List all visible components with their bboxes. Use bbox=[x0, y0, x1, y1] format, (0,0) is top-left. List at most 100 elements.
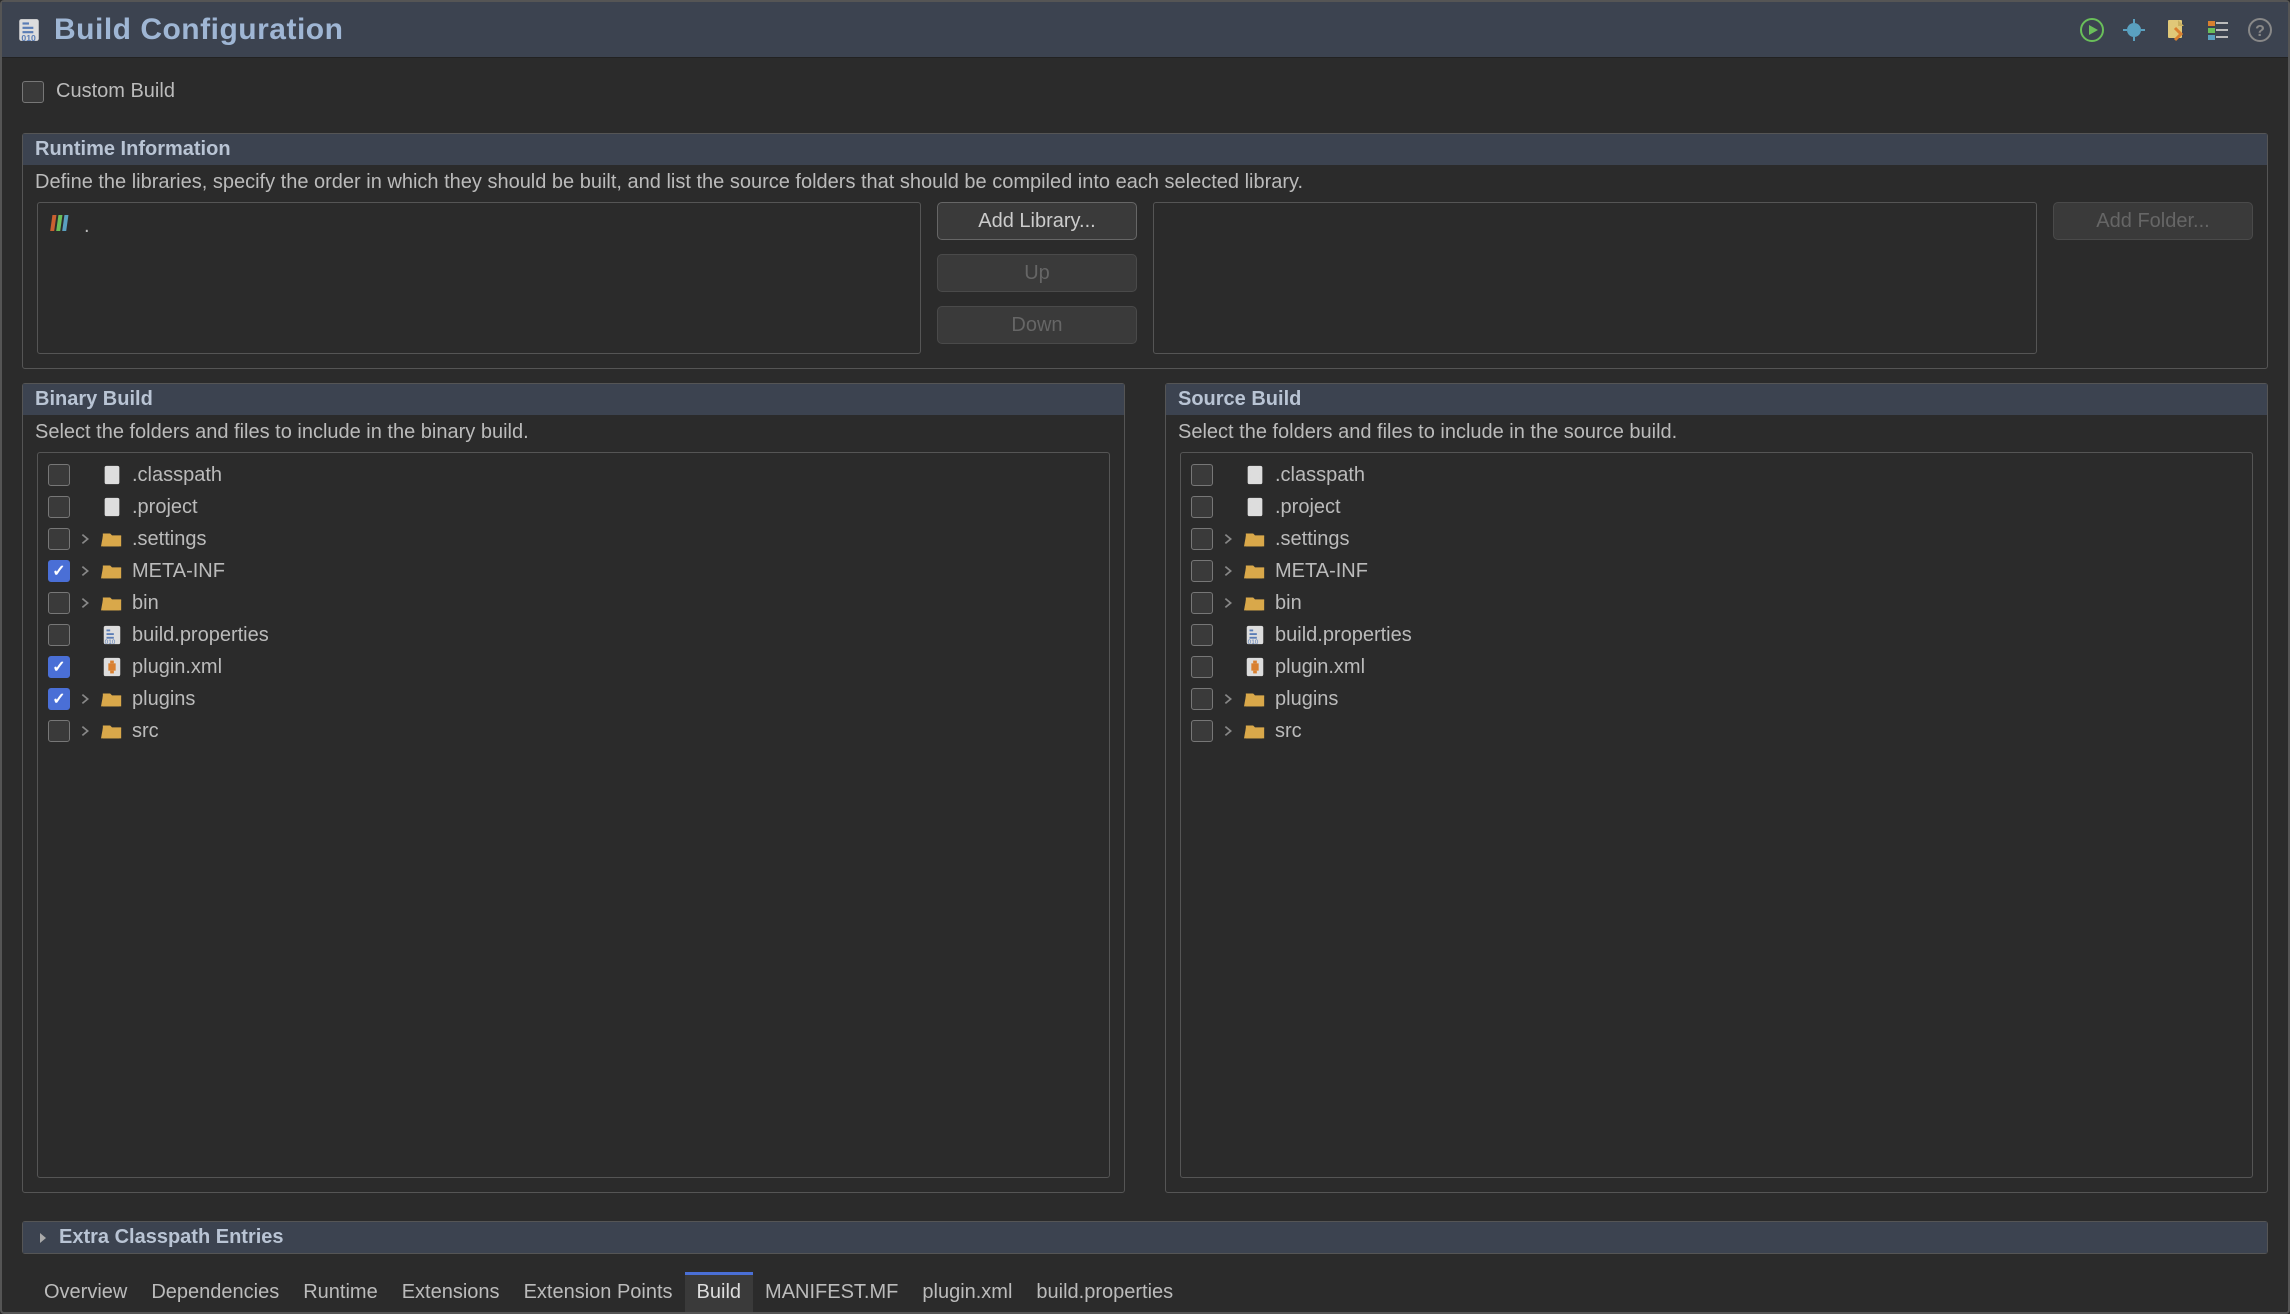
tree-checkbox[interactable] bbox=[1191, 688, 1213, 710]
tree-checkbox[interactable] bbox=[48, 656, 70, 678]
tree-row[interactable]: plugins bbox=[1181, 683, 2252, 715]
source-build-tree[interactable]: .classpath.project.settingsMETA-INFbin01… bbox=[1180, 452, 2253, 1178]
tree-row[interactable]: src bbox=[38, 715, 1109, 747]
tree-checkbox[interactable] bbox=[48, 720, 70, 742]
tree-checkbox[interactable] bbox=[1191, 624, 1213, 646]
tree-row[interactable]: 010 build.properties bbox=[1181, 619, 2252, 651]
tree-checkbox[interactable] bbox=[48, 624, 70, 646]
tree-item-label: .project bbox=[132, 496, 198, 519]
editor-titlebar: 010 Build Configuration ? bbox=[2, 2, 2288, 58]
file-icon bbox=[100, 495, 124, 519]
tree-item-label: .settings bbox=[1275, 528, 1349, 551]
tree-checkbox[interactable] bbox=[48, 528, 70, 550]
organize-icon[interactable] bbox=[2204, 16, 2232, 44]
chevron-right-icon[interactable] bbox=[74, 560, 96, 582]
tab-build-properties[interactable]: build.properties bbox=[1024, 1272, 1185, 1312]
tree-row[interactable]: .settings bbox=[38, 523, 1109, 555]
runtime-info-section: Runtime Information Define the libraries… bbox=[22, 133, 2268, 369]
folder-icon bbox=[100, 527, 124, 551]
tree-row[interactable]: .settings bbox=[1181, 523, 2252, 555]
tab-overview[interactable]: Overview bbox=[32, 1272, 139, 1312]
runtime-info-heading: Runtime Information bbox=[23, 134, 2267, 165]
pluginfile-icon bbox=[1243, 655, 1267, 679]
tab-extension-points[interactable]: Extension Points bbox=[512, 1272, 685, 1312]
extra-classpath-toggle[interactable]: Extra Classpath Entries bbox=[23, 1222, 2267, 1253]
tree-checkbox[interactable] bbox=[1191, 656, 1213, 678]
libraries-listbox[interactable]: . bbox=[37, 202, 921, 354]
propfile-icon: 010 bbox=[1243, 623, 1267, 647]
custom-build-label: Custom Build bbox=[56, 80, 175, 103]
add-folder-button[interactable]: Add Folder... bbox=[2053, 202, 2253, 240]
tree-row[interactable]: .project bbox=[38, 491, 1109, 523]
tree-row[interactable]: plugin.xml bbox=[38, 651, 1109, 683]
library-item[interactable]: . bbox=[38, 203, 920, 249]
folder-icon bbox=[100, 719, 124, 743]
help-icon[interactable]: ? bbox=[2246, 16, 2274, 44]
tree-row[interactable]: .classpath bbox=[38, 459, 1109, 491]
run-icon[interactable] bbox=[2078, 16, 2106, 44]
custom-build-checkbox[interactable] bbox=[22, 81, 44, 103]
tree-checkbox[interactable] bbox=[48, 688, 70, 710]
tree-row[interactable]: 010build.properties bbox=[38, 619, 1109, 651]
binary-build-tree[interactable]: .classpath.project.settingsMETA-INFbin01… bbox=[37, 452, 1110, 1178]
svg-text:010: 010 bbox=[105, 639, 116, 646]
chevron-right-icon[interactable] bbox=[74, 528, 96, 550]
chevron-right-icon[interactable] bbox=[1217, 688, 1239, 710]
tab-runtime[interactable]: Runtime bbox=[291, 1272, 389, 1312]
tree-checkbox[interactable] bbox=[1191, 560, 1213, 582]
tree-checkbox[interactable] bbox=[48, 464, 70, 486]
add-library-button[interactable]: Add Library... bbox=[937, 202, 1137, 240]
svg-text:?: ? bbox=[2255, 23, 2265, 40]
tree-row[interactable]: plugins bbox=[38, 683, 1109, 715]
tree-row[interactable]: .project bbox=[1181, 491, 2252, 523]
file-icon bbox=[100, 463, 124, 487]
tree-checkbox[interactable] bbox=[48, 560, 70, 582]
tree-item-label: .classpath bbox=[1275, 464, 1365, 487]
propfile-icon: 010 bbox=[100, 623, 124, 647]
tree-checkbox[interactable] bbox=[48, 496, 70, 518]
chevron-right-icon[interactable] bbox=[74, 592, 96, 614]
tree-row[interactable]: META-INF bbox=[38, 555, 1109, 587]
chevron-right-icon[interactable] bbox=[1217, 560, 1239, 582]
tree-checkbox[interactable] bbox=[1191, 592, 1213, 614]
title-toolbar: ? bbox=[2078, 16, 2274, 44]
tree-item-label: META-INF bbox=[1275, 560, 1368, 583]
folder-icon bbox=[100, 559, 124, 583]
library-item-label: . bbox=[84, 215, 90, 238]
tree-item-label: src bbox=[132, 720, 159, 743]
chevron-right-icon[interactable] bbox=[1217, 720, 1239, 742]
tree-checkbox[interactable] bbox=[1191, 528, 1213, 550]
chevron-right-icon[interactable] bbox=[74, 720, 96, 742]
tree-row[interactable]: bin bbox=[38, 587, 1109, 619]
tab-build[interactable]: Build bbox=[685, 1272, 753, 1312]
tab-dependencies[interactable]: Dependencies bbox=[139, 1272, 291, 1312]
down-button[interactable]: Down bbox=[937, 306, 1137, 344]
up-button[interactable]: Up bbox=[937, 254, 1137, 292]
binary-build-heading: Binary Build bbox=[23, 384, 1124, 415]
tab-plugin-xml[interactable]: plugin.xml bbox=[910, 1272, 1024, 1312]
chevron-right-icon[interactable] bbox=[1217, 592, 1239, 614]
build-configuration-editor: 010 Build Configuration ? Custom Bui bbox=[0, 0, 2290, 1314]
tree-checkbox[interactable] bbox=[48, 592, 70, 614]
tree-item-label: build.properties bbox=[1275, 624, 1412, 647]
tree-row[interactable]: .classpath bbox=[1181, 459, 2252, 491]
tree-item-label: plugin.xml bbox=[132, 656, 222, 679]
tab-extensions[interactable]: Extensions bbox=[390, 1272, 512, 1312]
editor-content: Custom Build Runtime Information Define … bbox=[2, 58, 2288, 1312]
tree-row[interactable]: plugin.xml bbox=[1181, 651, 2252, 683]
tree-row[interactable]: bin bbox=[1181, 587, 2252, 619]
debug-icon[interactable] bbox=[2120, 16, 2148, 44]
folders-listbox[interactable] bbox=[1153, 202, 2037, 354]
tree-row[interactable]: META-INF bbox=[1181, 555, 2252, 587]
tree-row[interactable]: src bbox=[1181, 715, 2252, 747]
export-icon[interactable] bbox=[2162, 16, 2190, 44]
tree-checkbox[interactable] bbox=[1191, 720, 1213, 742]
custom-build-row: Custom Build bbox=[22, 80, 2268, 103]
tree-checkbox[interactable] bbox=[1191, 496, 1213, 518]
chevron-right-icon[interactable] bbox=[74, 688, 96, 710]
tree-checkbox[interactable] bbox=[1191, 464, 1213, 486]
chevron-right-icon[interactable] bbox=[1217, 528, 1239, 550]
tab-manifest-mf[interactable]: MANIFEST.MF bbox=[753, 1272, 910, 1312]
tree-item-label: .classpath bbox=[132, 464, 222, 487]
library-icon bbox=[50, 211, 74, 241]
